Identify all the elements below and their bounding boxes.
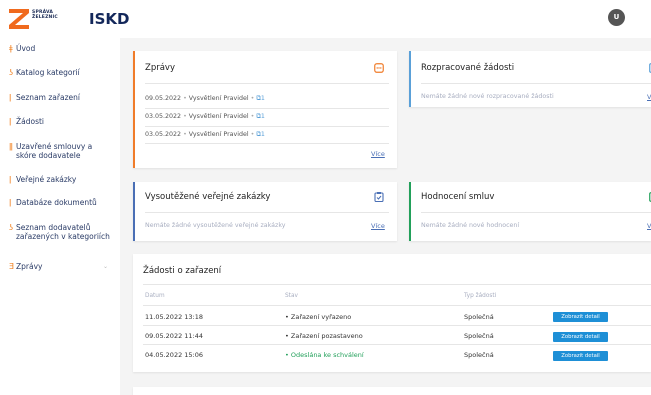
divider (145, 143, 389, 144)
logo-z-icon (9, 9, 29, 29)
row-status: • Odeslána ke schválení (285, 351, 364, 359)
column-header-type: Typ žádosti (464, 293, 497, 299)
list-icon: ǀ (9, 93, 12, 102)
message-subject: Vysvětlení Pravidel (188, 131, 249, 138)
message-date: 03.05.2022 (145, 131, 182, 138)
suppliers-icon: ʖ (9, 223, 14, 232)
sidebar-item-label: Veřejné zakázky (16, 175, 77, 184)
card-title: Žádosti o zařazení (143, 266, 222, 276)
contract-evaluation-card: Hodnocení smluv Nemáte žádné nové hodnoc… (409, 182, 651, 241)
row-type: Společná (464, 313, 494, 321)
sidebar: ǂ Úvod ʖ Katalog kategorií ǀ Seznam zařa… (0, 38, 120, 395)
message-row[interactable]: 09.05.2022 • Vysvětlení Pravidel • ⧉1 (145, 95, 265, 103)
divider (143, 325, 651, 326)
drafts-card: Rozpracované žádosti Nemáte žádné nové r… (409, 51, 651, 107)
row-date: 11.05.2022 13:18 (145, 313, 204, 321)
message-subject: Vysvětlení Pravidel (188, 113, 249, 120)
card-title: Vysoutěžené veřejné zakázky (145, 192, 271, 202)
divider (421, 83, 651, 84)
sidebar-item-label: Žádosti (16, 117, 45, 126)
won-tenders-card: Vysoutěžené veřejné zakázky Nemáte žádné… (133, 182, 397, 241)
card-title: Hodnocení smluv (421, 192, 495, 202)
row-date: 09.05.2022 11:44 (145, 332, 204, 340)
message-date: 09.05.2022 (145, 95, 182, 102)
row-status: • Zařazení pozastaveno (285, 332, 363, 340)
row-type: Společná (464, 332, 494, 340)
column-header-status: Stav (285, 293, 298, 299)
logo-text: ISKD (89, 10, 130, 28)
next-card (133, 387, 651, 395)
requests-icon: ǀ (9, 117, 12, 126)
divider (143, 305, 651, 306)
empty-message: Nemáte žádné nové rozpracované žádosti (421, 93, 554, 100)
attachment-count: 1 (260, 113, 265, 120)
message-subject: Vysvětlení Pravidel (188, 95, 249, 102)
logo-subtitle-line2: ŽELEZNIC (32, 15, 58, 20)
documents-icon: ǀ (9, 198, 12, 207)
catalog-icon: ʖ (9, 68, 14, 77)
more-link[interactable]: Více (371, 222, 385, 230)
divider (143, 344, 651, 345)
more-link[interactable]: V (647, 222, 651, 230)
message-date: 03.05.2022 (145, 113, 182, 120)
home-icon: ǂ (9, 44, 13, 53)
divider (145, 126, 389, 127)
chevron-down-icon[interactable]: ⌄ (103, 262, 108, 271)
card-title: Zprávy (145, 63, 175, 73)
applications-card: Žádosti o zařazení Datum Stav Typ žádost… (133, 254, 651, 372)
card-title: Rozpracované žádosti (421, 63, 515, 73)
column-header-date: Datum (145, 293, 165, 299)
sidebar-item-label: Zprávy (16, 262, 43, 271)
empty-message: Nemáte žádné nové hodnocení (421, 222, 520, 229)
contract-icon: ǁ (9, 142, 13, 151)
logo[interactable]: SPRÁVA ŽELEZNIC ISKD (9, 8, 129, 30)
show-detail-button[interactable]: Zobrazit detail (553, 351, 608, 361)
divider (143, 284, 651, 285)
messages-card: Zprávy 09.05.2022 • Vysvětlení Pravidel … (133, 51, 397, 168)
sidebar-item-label: Katalog kategorií (16, 68, 80, 77)
divider (145, 108, 389, 109)
row-status: • Zařazení vyřazeno (285, 313, 352, 321)
more-link[interactable]: V (647, 93, 651, 101)
message-row[interactable]: 03.05.2022 • Vysvětlení Pravidel • ⧉1 (145, 131, 265, 139)
row-date: 04.05.2022 15:06 (145, 351, 204, 359)
messages-icon: Ǝ (9, 262, 15, 271)
divider (145, 83, 389, 84)
attachment-count: 1 (260, 131, 265, 138)
divider (421, 212, 651, 213)
chat-icon[interactable] (374, 63, 384, 73)
sidebar-item-label: Seznam dodavatelů zařazených v kategorií… (16, 223, 110, 241)
tender-icon: ǀ (9, 175, 12, 184)
message-row[interactable]: 03.05.2022 • Vysvětlení Pravidel • ⧉1 (145, 113, 265, 121)
sidebar-item-label: Databáze dokumentů (16, 198, 97, 207)
avatar[interactable]: U (608, 9, 625, 26)
divider (145, 212, 389, 213)
empty-message: Nemáte žádné vysoutěžené veřejné zakázky (145, 222, 286, 229)
sidebar-item-label: Uzavřené smlouvy a skóre dodavatele (16, 142, 93, 160)
sidebar-item-label: Úvod (16, 44, 36, 53)
header: SPRÁVA ŽELEZNIC ISKD U (0, 0, 651, 38)
more-link[interactable]: Více (371, 150, 385, 158)
logo-subtitle: SPRÁVA ŽELEZNIC (32, 10, 58, 20)
show-detail-button[interactable]: Zobrazit detail (553, 312, 608, 322)
row-type: Společná (464, 351, 494, 359)
show-detail-button[interactable]: Zobrazit detail (553, 332, 608, 342)
sidebar-item-label: Seznam zařazení (16, 93, 80, 102)
attachment-count: 1 (260, 95, 265, 102)
clipboard-check-icon[interactable] (374, 192, 384, 202)
